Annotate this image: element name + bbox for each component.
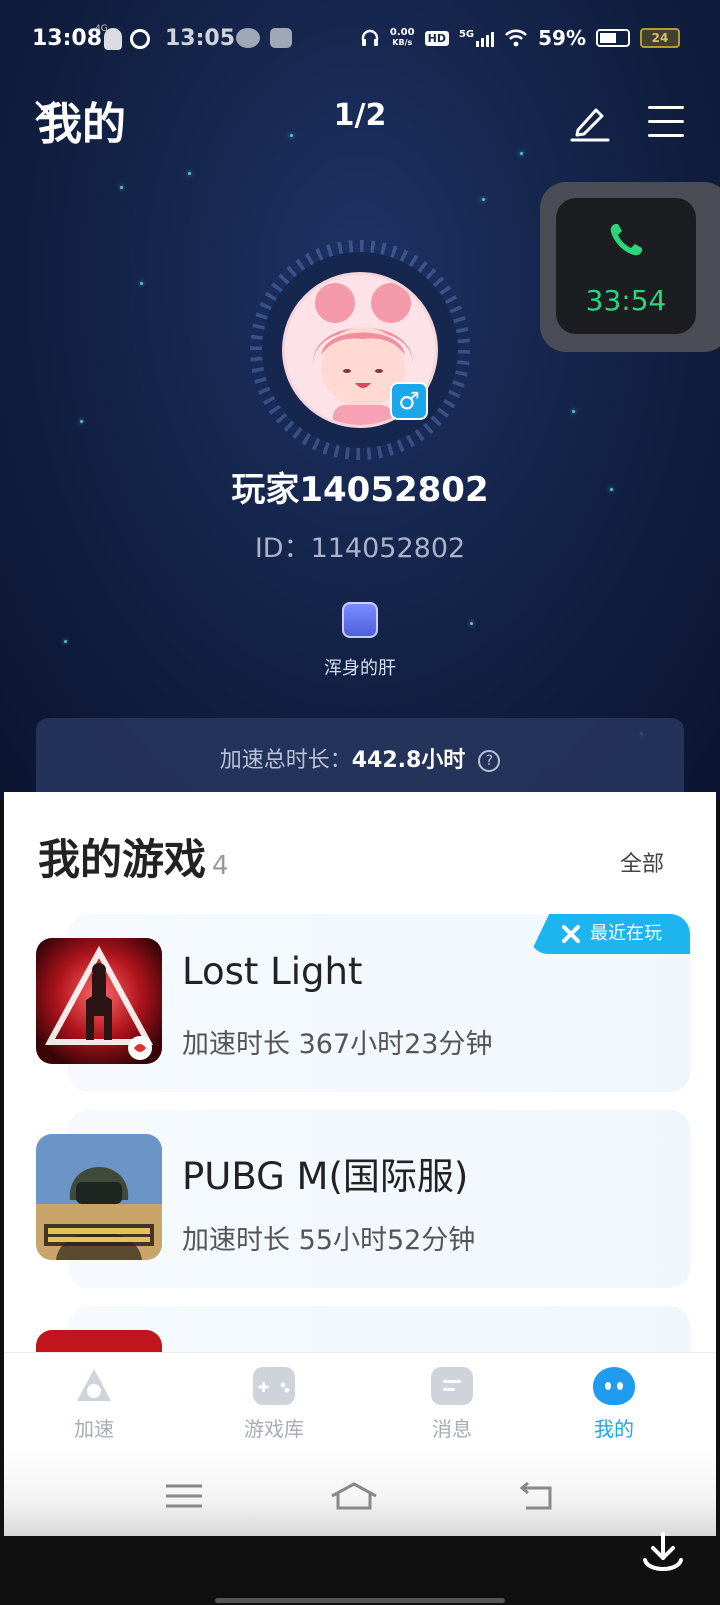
back-icon[interactable] [516,1482,556,1510]
wifi-icon [505,29,528,47]
recently-played-label: 最近在玩 [590,923,662,944]
net-speed-value: 0.00 [389,27,415,38]
gallery-icon [270,28,292,48]
game-name: PUBG M(国际服) [182,1155,469,1198]
signal-indicator: 5G [458,29,495,47]
recent-apps-icon[interactable] [164,1482,204,1510]
me-icon [593,1367,635,1405]
nav-me[interactable]: 我的 [554,1367,674,1442]
phone-icon [610,224,642,256]
star-decoration [80,420,83,423]
gamepad-icon [253,1367,295,1405]
hd-badge: HD [424,30,449,46]
bottom-nav: 加速 游戏库 消息 我的 [4,1352,716,1446]
nav-label: 游戏库 [244,1417,304,1441]
total-accel-value: 442.8小时 [351,748,466,773]
headphones-icon [361,29,379,46]
download-icon[interactable] [642,1530,684,1574]
star-decoration [140,282,143,285]
username: 玩家14052802 [231,470,489,510]
game-card-lost-light[interactable]: Lost Light 加速时长 367小时23分钟 最近在玩 [36,914,690,1092]
timer-icon [130,29,150,49]
edit-icon[interactable] [570,102,610,142]
total-accel-label: 加速总时长： [219,748,352,773]
all-games-link[interactable]: 全部 [620,846,664,878]
my-games-count: 4 [212,851,229,881]
game-name: Lost Light [182,950,363,993]
my-games-section: 我的游戏 4 全部 Lost Light 加速时长 367小时23分钟 最近在玩… [4,792,716,1352]
star-decoration [290,134,293,137]
battery-percent: 59% [538,26,586,50]
game-icon-partial [36,1330,162,1352]
call-panel: 33:54 [556,198,696,334]
recent-x-icon [560,924,580,944]
home-icon[interactable] [330,1482,378,1510]
call-duration: 33:54 [585,284,667,317]
menu-icon[interactable] [648,106,684,138]
medal-icon[interactable] [342,602,378,638]
call-floating-window[interactable]: 33:54 [540,182,720,352]
help-icon[interactable]: ? [478,750,501,772]
lost-light-icon [36,938,162,1064]
my-games-title-text: 我的游戏 [38,835,207,884]
pubg-mobile-icon [36,1134,162,1260]
bottom-strip [0,1536,720,1605]
gender-male-icon: ♂ [390,382,428,420]
nav-label: 我的 [594,1417,634,1441]
star-decoration [470,622,473,625]
nav-game-library[interactable]: 游戏库 [214,1367,334,1442]
recently-played-badge: 最近在玩 [530,914,690,954]
home-indicator[interactable] [215,1598,505,1603]
medal-label: 浑身的肝 [324,658,396,679]
nav-label: 消息 [432,1417,472,1441]
game-card-partial[interactable] [36,1306,690,1352]
my-games-title: 我的游戏 4 [38,826,229,887]
star-decoration [64,640,67,643]
net-speed-unit: KB/s [392,38,413,47]
system-nav-bar [4,1446,716,1536]
message-icon [431,1367,473,1405]
battery-icon [596,29,630,47]
nav-messages[interactable]: 消息 [392,1367,512,1442]
star-decoration [188,172,191,175]
status-right: 0.00 KB/s HD 5G 59% 24 [360,26,680,50]
game-card-pubg-m[interactable]: PUBG M(国际服) 加速时长 55小时52分钟 [36,1110,690,1288]
qq-icon [104,28,122,50]
total-accel-time: 加速总时长：442.8小时 ? [36,742,684,774]
user-id: ID：114052802 [254,533,466,564]
page-indicator: 1/2 [333,98,387,133]
star-decoration [120,186,123,189]
net-speed: 0.00 KB/s [390,28,415,48]
wechat-icon [236,28,260,48]
game-accel-time: 加速时长 55小时52分钟 [182,1225,476,1256]
screen: 13:08 4G 13:05 0.00 KB/s HD 5G 59% 24 我的… [0,0,720,1605]
nav-accelerate[interactable]: 加速 [34,1367,154,1442]
notification-icons [104,28,150,50]
game-accel-time: 加速时长 367小时23分钟 [182,1029,493,1060]
status-time-secondary: 13:05 [165,26,236,51]
status-time: 13:08 [32,26,103,51]
status-bar: 13:08 4G 13:05 0.00 KB/s HD 5G 59% 24 [0,22,720,62]
signal-bars-icon [476,29,495,47]
star-decoration [482,198,485,201]
network-type: 5G [458,29,475,40]
nav-label: 加速 [74,1417,114,1441]
profile-hero: 13:08 4G 13:05 0.00 KB/s HD 5G 59% 24 我的… [0,0,720,800]
star-decoration [572,410,575,413]
total-accel-time-bar: 加速总时长：442.8小时 ? [36,718,684,800]
secondary-battery-icon: 24 [640,28,680,48]
star-decoration [520,152,523,155]
accelerate-icon [73,1367,115,1405]
